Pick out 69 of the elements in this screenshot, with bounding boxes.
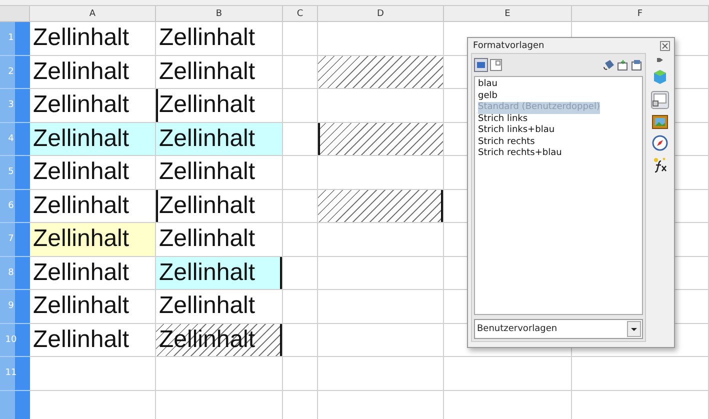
compass-icon[interactable] bbox=[652, 135, 668, 151]
column-header[interactable]: C bbox=[283, 6, 318, 22]
pin-icon[interactable] bbox=[656, 57, 664, 63]
table-cell[interactable]: Zellinhalt bbox=[156, 190, 283, 223]
table-cell[interactable]: Zellinhalt bbox=[156, 156, 283, 190]
table-cell[interactable]: Zellinhalt bbox=[30, 156, 156, 190]
cube-icon[interactable] bbox=[652, 69, 668, 85]
column-header[interactable]: B bbox=[156, 6, 283, 22]
style-item[interactable]: Strich rechts+blau bbox=[478, 148, 562, 160]
style-item[interactable]: Strich links bbox=[478, 114, 528, 125]
table-cell[interactable]: Zellinhalt bbox=[156, 56, 283, 89]
table-cell[interactable] bbox=[572, 357, 709, 390]
column-header[interactable]: E bbox=[444, 6, 572, 22]
style-item[interactable]: gelb bbox=[478, 90, 498, 102]
table-cell[interactable] bbox=[318, 22, 444, 56]
style-item[interactable]: blau bbox=[478, 79, 498, 90]
fill-format-icon[interactable] bbox=[603, 59, 615, 71]
column-header[interactable]: D bbox=[318, 6, 444, 22]
table-cell[interactable] bbox=[318, 324, 444, 357]
table-cell[interactable]: Zellinhalt bbox=[156, 122, 283, 156]
column-header[interactable]: A bbox=[30, 6, 156, 22]
new-style-icon[interactable] bbox=[617, 59, 629, 71]
table-cell[interactable] bbox=[318, 223, 444, 256]
corner-header[interactable] bbox=[0, 6, 30, 22]
table-cell[interactable] bbox=[318, 357, 444, 390]
table-cell[interactable] bbox=[156, 357, 283, 390]
table-cell[interactable]: Zellinhalt bbox=[30, 324, 156, 357]
table-cell[interactable] bbox=[318, 56, 444, 89]
table-cell[interactable]: Zellinhalt bbox=[156, 22, 283, 56]
table-cell[interactable] bbox=[318, 89, 444, 122]
style-item[interactable]: Strich links+blau bbox=[478, 125, 555, 136]
table-cell[interactable]: Zellinhalt bbox=[30, 290, 156, 324]
cell-styles-icon[interactable] bbox=[474, 58, 488, 72]
table-cell[interactable] bbox=[283, 122, 318, 156]
table-cell[interactable] bbox=[318, 190, 444, 223]
table-cell[interactable] bbox=[283, 156, 318, 190]
table-cell[interactable]: Zellinhalt bbox=[30, 56, 156, 89]
table-cell[interactable] bbox=[283, 256, 318, 290]
table-cell[interactable] bbox=[318, 256, 444, 290]
table-cell[interactable] bbox=[30, 357, 156, 390]
table-cell[interactable] bbox=[283, 190, 318, 223]
table-cell[interactable] bbox=[283, 223, 318, 256]
caret-icon bbox=[627, 321, 641, 337]
table-cell[interactable] bbox=[283, 357, 318, 390]
style-filter-dropdown[interactable]: Benutzervorlagen bbox=[474, 319, 643, 339]
table-cell[interactable]: Zellinhalt bbox=[30, 122, 156, 156]
table-cell[interactable] bbox=[283, 22, 318, 56]
table-cell[interactable] bbox=[444, 357, 572, 390]
table-cell[interactable] bbox=[283, 56, 318, 89]
table-cell[interactable] bbox=[318, 122, 444, 156]
table-cell[interactable]: Zellinhalt bbox=[30, 223, 156, 256]
table-cell[interactable]: Zellinhalt bbox=[156, 256, 283, 290]
row-header[interactable] bbox=[0, 390, 30, 419]
gallery-icon[interactable] bbox=[652, 115, 668, 129]
window-title: Formatvorlagen bbox=[473, 41, 544, 51]
table-cell[interactable]: Zellinhalt bbox=[30, 22, 156, 56]
table-cell[interactable] bbox=[318, 290, 444, 324]
column-header[interactable]: F bbox=[572, 6, 709, 22]
table-cell[interactable] bbox=[283, 89, 318, 122]
table-cell[interactable]: Zellinhalt bbox=[156, 290, 283, 324]
table-cell[interactable] bbox=[318, 156, 444, 190]
table-cell[interactable] bbox=[283, 324, 318, 357]
page-styles-icon[interactable] bbox=[490, 59, 502, 71]
close-icon[interactable] bbox=[660, 41, 670, 51]
style-item[interactable]: Strich rechts bbox=[478, 136, 535, 148]
function-icon[interactable] bbox=[652, 157, 668, 173]
table-cell[interactable] bbox=[283, 290, 318, 324]
styles-icon[interactable] bbox=[651, 91, 669, 109]
update-style-icon[interactable] bbox=[631, 59, 643, 71]
